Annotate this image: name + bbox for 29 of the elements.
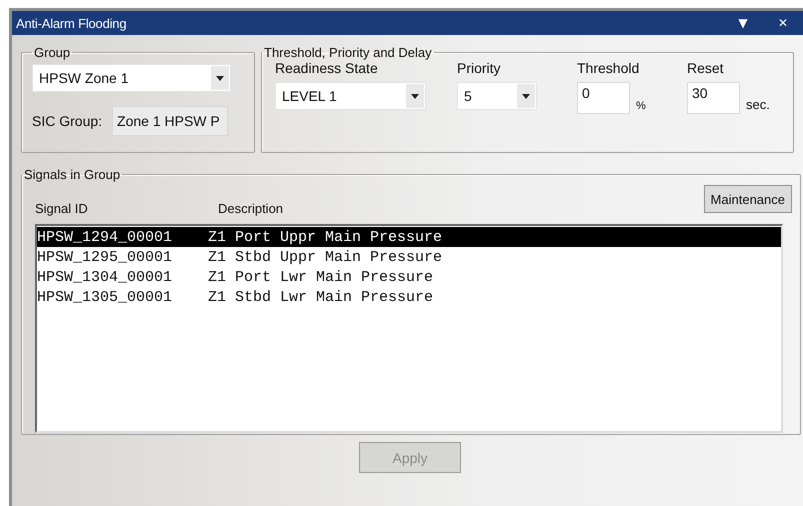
dropdown-arrow-icon[interactable] — [411, 94, 419, 98]
signal-row[interactable]: HPSW_1305_00001 Z1 Stbd Lwr Main Pressure — [37, 287, 781, 307]
signal-row[interactable]: HPSW_1294_00001 Z1 Port Uppr Main Pressure — [37, 227, 781, 247]
group-dropdown[interactable]: HPSW Zone 1 — [32, 64, 231, 92]
maintenance-button[interactable]: Maintenance — [704, 185, 792, 213]
signals-legend: Signals in Group — [22, 167, 122, 182]
percent-unit: % — [636, 100, 646, 114]
column-header: Signal ID — [35, 201, 89, 218]
reset-field[interactable]: 30 — [687, 82, 740, 114]
window-title: Anti-Alarm Flooding — [16, 16, 128, 30]
threshold-label: Threshold — [577, 60, 640, 76]
signal-row[interactable]: HPSW_1304_00001 Z1 Port Lwr Main Pressure — [37, 267, 781, 287]
group-legend: Group — [32, 45, 72, 60]
reset-label: Reset — [687, 60, 725, 76]
close-button[interactable]: ✕ — [763, 12, 803, 34]
threshold-legend: Threshold, Priority and Delay — [262, 45, 434, 60]
readiness-label: Readiness State — [275, 60, 379, 76]
signal-row[interactable]: HPSW_1295_00001 Z1 Stbd Uppr Main Pressure — [37, 247, 781, 267]
dropdown-arrow-icon[interactable] — [216, 76, 224, 80]
column-header: Description — [218, 201, 284, 218]
readiness-dropdown[interactable]: LEVEL 1 — [275, 82, 426, 110]
sic-group-label: SIC Group: — [32, 113, 102, 129]
seconds-unit: sec. — [746, 97, 770, 114]
priority-label: Priority — [457, 60, 502, 76]
sic-group-field: Zone 1 HPSW P — [112, 106, 228, 136]
priority-dropdown[interactable]: 5 — [457, 82, 537, 110]
threshold-field[interactable]: 0 — [577, 82, 630, 114]
dropdown-arrow-icon[interactable] — [522, 94, 530, 98]
menu-button[interactable]: ▼ — [723, 12, 763, 34]
